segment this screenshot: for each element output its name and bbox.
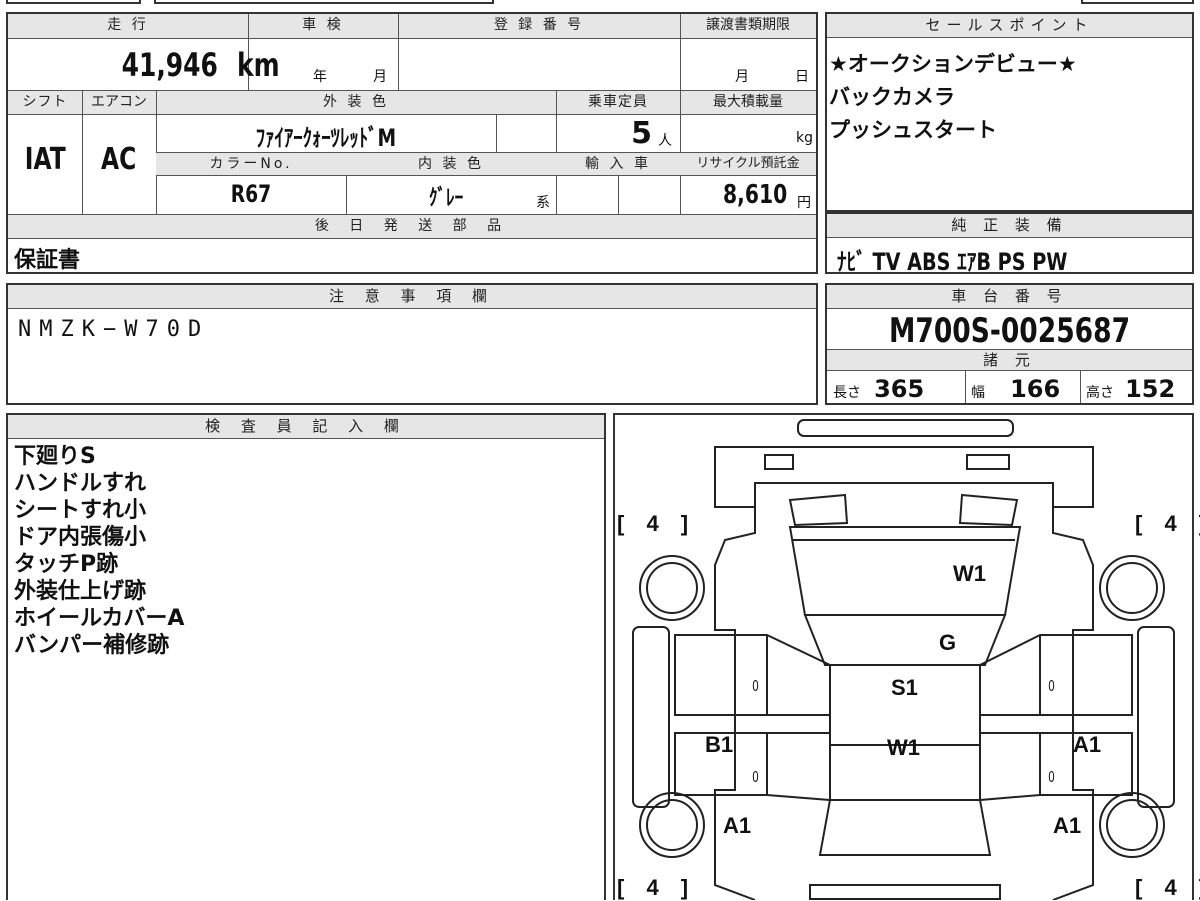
exterior-color-header: 外 装 色 xyxy=(323,94,389,110)
inspector-note: タッチP跡 xyxy=(14,552,119,577)
color-no-header: カラーNo. xyxy=(209,156,293,172)
chassis-number: M700S-0025687 xyxy=(888,311,1131,351)
interior-color-value: ｸﾞﾚｰ xyxy=(428,186,464,211)
recycle-deposit-unit: 円 xyxy=(797,195,811,211)
max-load-unit: kg xyxy=(796,130,813,146)
inspector-note: 外装仕上げ跡 xyxy=(14,579,147,604)
capacity-unit: 人 xyxy=(658,133,672,149)
tire-tread-rear-left: [ 4 ] xyxy=(617,875,697,900)
capacity-value: 5 xyxy=(631,116,652,151)
top-strip xyxy=(6,0,1194,6)
caution-value: NMZK−W70D xyxy=(18,317,210,342)
caution-panel: 注 意 事 項 欄 NMZK−W70D xyxy=(6,283,818,405)
inspector-note: ハンドルすれ xyxy=(14,471,147,496)
interior-color-suffix: 系 xyxy=(536,195,550,211)
equipment-header: 純 正 装 備 xyxy=(951,216,1068,234)
sales-point-line: ★オークションデビュー★ xyxy=(829,52,1077,76)
registration-header: 登 録 番 号 xyxy=(493,17,585,33)
inspector-note: バンパー補修跡 xyxy=(14,633,170,658)
caution-header: 注 意 事 項 欄 xyxy=(328,287,496,305)
tire-tread-front-right: [ 4 ] xyxy=(1135,511,1200,536)
sales-point-line: プッシュスタート xyxy=(829,118,997,142)
height-label: 高さ xyxy=(1086,385,1114,401)
tire-tread-front-left: [ 4 ] xyxy=(617,511,697,536)
door-zero-mark: 0 xyxy=(1048,769,1055,786)
inspection-header: 車 検 xyxy=(302,17,344,33)
factory-equipment-panel: 純 正 装 備 ﾅﾋﾞ TV ABS ｴｱB PS PW xyxy=(825,212,1194,276)
damage-code-rear-glass: W1 xyxy=(887,735,920,760)
sales-points-panel: セールスポイント ★オークションデビュー★ バックカメラ プッシュスタート xyxy=(825,12,1194,212)
sales-points-header: セールスポイント xyxy=(925,16,1094,34)
chassis-header: 車 台 番 号 xyxy=(951,287,1068,305)
color-no-value: R67 xyxy=(230,180,272,208)
mileage-value: 41,946 xyxy=(121,46,218,84)
inspector-header: 検 査 員 記 入 欄 xyxy=(205,417,407,435)
wheel-front-left-icon xyxy=(639,555,705,621)
damage-code-right-rear-door: A1 xyxy=(1073,732,1102,757)
wheel-front-right-icon xyxy=(1099,555,1165,621)
damage-code-windshield: W1 xyxy=(953,561,986,586)
width-value: 166 xyxy=(1010,375,1061,403)
dimensions-header: 諸 元 xyxy=(983,351,1036,369)
ac-value: AC xyxy=(101,142,137,177)
equipment-value: ﾅﾋﾞ TV ABS ｴｱB PS PW xyxy=(837,248,1068,276)
import-car-header: 輸 入 車 xyxy=(585,156,651,172)
damage-code-left-rear-door: B1 xyxy=(705,732,734,757)
inspector-note: 下廻りS xyxy=(14,444,96,469)
damage-code-hood: G xyxy=(939,630,957,655)
inspector-note: ホイールカバーA xyxy=(14,606,185,631)
mileage-header: 走 行 xyxy=(107,17,149,33)
inspector-notes-panel: 検 査 員 記 入 欄 下廻りS ハンドルすれ シートすれ小 ドア内張傷小 タッ… xyxy=(6,413,606,900)
inspector-note: シートすれ小 xyxy=(14,498,147,523)
door-zero-mark: 0 xyxy=(1048,678,1055,695)
tire-tread-rear-right: [ 4 ] xyxy=(1135,875,1200,900)
ac-header: エアコン xyxy=(91,94,147,110)
shift-header: シフト xyxy=(22,94,68,110)
inspector-note: ドア内張傷小 xyxy=(14,525,147,550)
car-damage-diagram: [ 4 ] [ 4 ] [ 4 ] [ 4 ] W1 G S1 W1 B1 A1… xyxy=(613,413,1200,900)
sales-point-line: バックカメラ xyxy=(829,85,955,109)
door-zero-mark: 0 xyxy=(752,678,759,695)
shift-value: IAT xyxy=(24,142,66,177)
damage-code-right-rear-wheel: A1 xyxy=(1053,813,1082,838)
later-parts-value: 保証書 xyxy=(14,248,81,273)
mileage-unit: km xyxy=(237,46,281,84)
length-label: 長さ xyxy=(833,385,861,401)
recycle-deposit-value: 8,610 xyxy=(722,180,787,210)
wheel-rear-left-icon xyxy=(639,792,705,858)
transfer-day-label: 日 xyxy=(795,69,809,85)
interior-color-header: 内 装 色 xyxy=(418,156,484,172)
max-load-header: 最大積載量 xyxy=(713,94,783,110)
transfer-month-label: 月 xyxy=(735,69,749,85)
width-label: 幅 xyxy=(971,385,985,401)
recycle-deposit-header: リサイクル預託金 xyxy=(696,156,800,171)
inspection-year-label: 年 xyxy=(313,69,327,85)
length-value: 365 xyxy=(874,375,925,403)
vehicle-spec-table: 走 行 車 検 登 録 番 号 譲渡書類期限 41,946 km 年 月 月 日 … xyxy=(6,12,818,274)
chassis-panel: 車 台 番 号 M700S-0025687 諸 元 長さ 365 幅 166 高… xyxy=(825,283,1194,405)
exterior-color-value: ﾌｧｲｱｰｸｫｰﾂﾚｯﾄﾞM xyxy=(255,124,397,152)
damage-code-left-rear-wheel: A1 xyxy=(723,813,752,838)
capacity-header: 乗車定員 xyxy=(588,94,648,110)
inspection-month-label: 月 xyxy=(373,69,387,85)
height-value: 152 xyxy=(1125,375,1176,403)
transfer-deadline-header: 譲渡書類期限 xyxy=(706,17,790,33)
wheel-rear-right-icon xyxy=(1099,792,1165,858)
later-parts-header: 後 日 発 送 部 品 xyxy=(314,218,510,234)
door-zero-mark: 0 xyxy=(752,769,759,786)
damage-code-roof: S1 xyxy=(891,675,918,700)
